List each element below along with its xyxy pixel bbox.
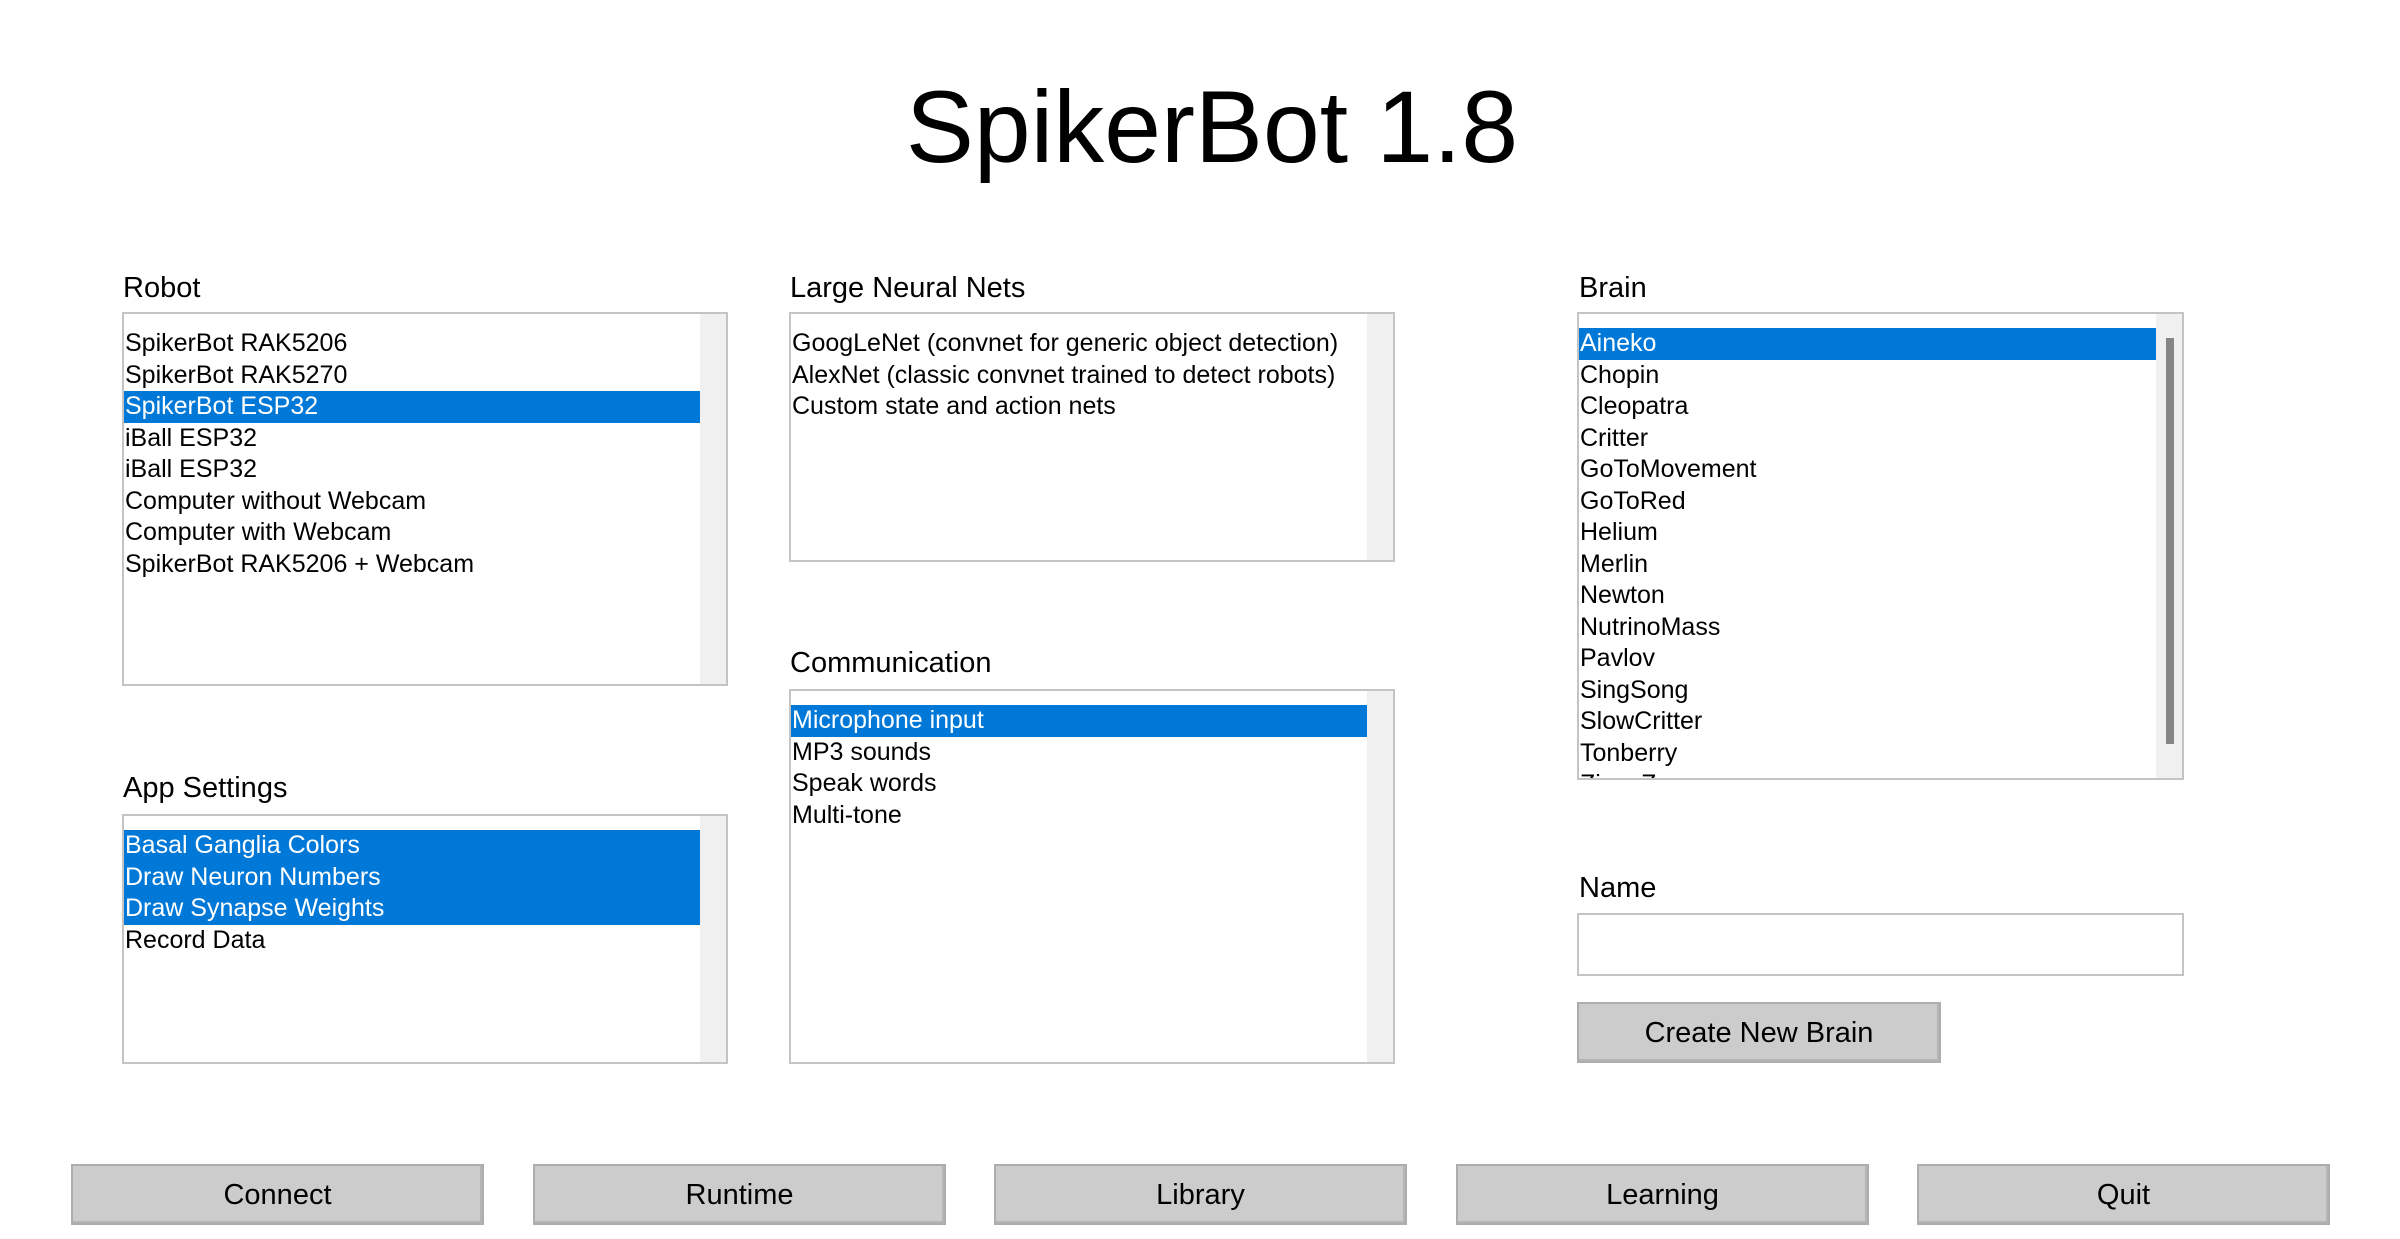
spikerbot-main-window: SpikerBot 1.8 Robot SpikerBot RAK5206 Spi… — [0, 0, 2400, 1239]
list-item[interactable]: Merlin — [1579, 549, 2158, 581]
brain-name-input[interactable] — [1577, 913, 2184, 976]
brain-label: Brain — [1579, 272, 1647, 304]
communication-list-items: Microphone input MP3 sounds Speak words Mul… — [791, 705, 1369, 831]
list-item[interactable]: Basal Ganglia Colors — [124, 830, 702, 862]
communication-label: Communication — [790, 647, 992, 679]
list-item[interactable]: Critter — [1579, 423, 2158, 455]
list-item[interactable]: SpikerBot RAK5206 — [124, 328, 702, 360]
list-item[interactable]: Tonberry — [1579, 738, 2158, 770]
app-settings-listbox[interactable]: Basal Ganglia Colors Draw Neuron Numbers D… — [122, 814, 728, 1064]
list-item[interactable]: iBall ESP32 — [124, 423, 702, 455]
create-new-brain-button[interactable]: Create New Brain — [1577, 1002, 1941, 1063]
learning-button[interactable]: Learning — [1456, 1164, 1869, 1225]
list-item[interactable]: Computer without Webcam — [124, 486, 702, 518]
list-item[interactable]: AlexNet (classic convnet trained to dete… — [791, 360, 1369, 392]
list-item[interactable]: Record Data — [124, 925, 702, 957]
list-item[interactable]: Multi-tone — [791, 800, 1369, 832]
list-item[interactable]: Pavlov — [1579, 643, 2158, 675]
list-item[interactable]: iBall ESP32 — [124, 454, 702, 486]
list-item[interactable]: Microphone input — [791, 705, 1369, 737]
list-item[interactable]: Computer with Webcam — [124, 517, 702, 549]
app-title: SpikerBot 1.8 — [905, 70, 1519, 184]
app-settings-list-items: Basal Ganglia Colors Draw Neuron Numbers D… — [124, 830, 702, 956]
neural-nets-scrollbar[interactable] — [1367, 314, 1393, 560]
list-item[interactable]: ZiggyZag — [1579, 769, 2158, 778]
list-item[interactable]: Draw Neuron Numbers — [124, 861, 702, 893]
runtime-button[interactable]: Runtime — [533, 1164, 946, 1225]
robot-list-items: SpikerBot RAK5206 SpikerBot RAK5270 Spiker… — [124, 328, 702, 580]
neural-nets-list-items: GoogLeNet (convnet for generic object de… — [791, 328, 1369, 423]
list-item[interactable]: SingSong — [1579, 675, 2158, 707]
robot-label: Robot — [123, 272, 201, 304]
neural-nets-listbox[interactable]: GoogLeNet (convnet for generic object de… — [789, 312, 1395, 562]
list-item[interactable]: GoogLeNet (convnet for generic object de… — [791, 328, 1369, 360]
app-settings-label: App Settings — [123, 772, 288, 804]
list-item[interactable]: Aineko — [1579, 328, 2158, 360]
brain-listbox[interactable]: Aineko Chopin Cleopatra Critter GoToMovement… — [1577, 312, 2184, 780]
communication-listbox[interactable]: Microphone input MP3 sounds Speak words Mul… — [789, 689, 1395, 1064]
quit-button[interactable]: Quit — [1917, 1164, 2330, 1225]
neural-nets-label: Large Neural Nets — [790, 272, 1026, 304]
brain-scrollbar-thumb[interactable] — [2166, 338, 2174, 744]
list-item[interactable]: Helium — [1579, 517, 2158, 549]
list-item[interactable]: Chopin — [1579, 360, 2158, 392]
list-item[interactable]: SlowCritter — [1579, 706, 2158, 738]
list-item[interactable]: MP3 sounds — [791, 737, 1369, 769]
list-item[interactable]: GoToRed — [1579, 486, 2158, 518]
name-label: Name — [1579, 872, 1657, 904]
list-item[interactable]: SpikerBot RAK5270 — [124, 360, 702, 392]
library-button[interactable]: Library — [994, 1164, 1407, 1225]
list-item[interactable]: Cleopatra — [1579, 391, 2158, 423]
list-item[interactable]: GoToMovement — [1579, 454, 2158, 486]
brain-scrollbar[interactable] — [2156, 314, 2182, 778]
list-item[interactable]: SpikerBot ESP32 — [124, 391, 702, 423]
communication-scrollbar[interactable] — [1367, 691, 1393, 1062]
list-item[interactable]: Speak words — [791, 768, 1369, 800]
list-item[interactable]: Draw Synapse Weights — [124, 893, 702, 925]
robot-listbox[interactable]: SpikerBot RAK5206 SpikerBot RAK5270 Spiker… — [122, 312, 728, 686]
robot-scrollbar[interactable] — [700, 314, 726, 684]
list-item[interactable]: Newton — [1579, 580, 2158, 612]
connect-button[interactable]: Connect — [71, 1164, 484, 1225]
list-item[interactable]: SpikerBot RAK5206 + Webcam — [124, 549, 702, 581]
brain-list-items: Aineko Chopin Cleopatra Critter GoToMovement… — [1579, 328, 2158, 778]
list-item[interactable]: Custom state and action nets — [791, 391, 1369, 423]
app-settings-scrollbar[interactable] — [700, 816, 726, 1062]
list-item[interactable]: NutrinoMass — [1579, 612, 2158, 644]
